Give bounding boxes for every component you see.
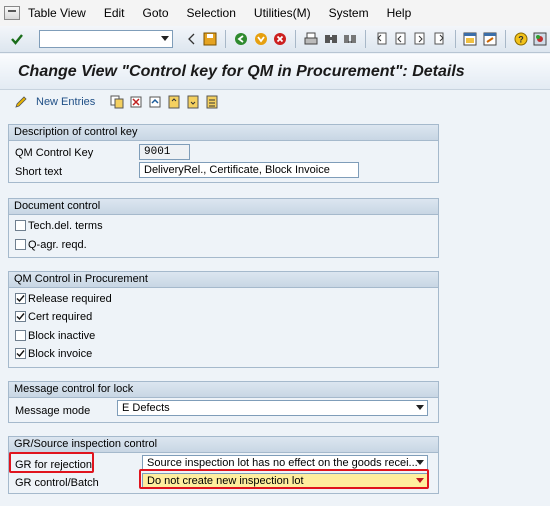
collapse-arrow-icon[interactable]: [182, 30, 200, 48]
checkbox-label: Block invoice: [28, 347, 93, 360]
block-invoice-checkbox[interactable]: Block invoice: [15, 345, 92, 362]
qm-control-key-field[interactable]: 9001: [139, 144, 190, 160]
checkbox-box[interactable]: [15, 239, 26, 250]
group-qm-control-procurement: QM Control in Procurement Release requir…: [8, 271, 439, 368]
short-text-field[interactable]: DeliveryRel., Certificate, Block Invoice: [139, 162, 359, 178]
group-document-control: Document control Tech.del. terms Q-agr. …: [8, 198, 439, 258]
cert-required-checkbox[interactable]: Cert required: [15, 308, 92, 325]
exit-icon[interactable]: [252, 30, 270, 48]
chevron-down-icon[interactable]: [413, 401, 427, 415]
toolbar-separator: [225, 30, 227, 48]
checkbox-label: Tech.del. terms: [28, 219, 103, 232]
checkmark-icon: [16, 295, 25, 303]
back-icon[interactable]: [232, 30, 250, 48]
window-menu-icon[interactable]: [4, 6, 20, 20]
highlight-box-gr-rejection-label: [9, 452, 94, 473]
find-next-icon[interactable]: [341, 30, 359, 48]
group-header: Document control: [9, 199, 438, 215]
tech-del-terms-checkbox[interactable]: Tech.del. terms: [15, 217, 103, 234]
new-entries-button[interactable]: New Entries: [14, 95, 105, 109]
gr-control-batch-label: GR control/Batch: [15, 476, 99, 489]
menu-system[interactable]: System: [329, 6, 369, 20]
command-dropdown-icon[interactable]: [158, 31, 172, 47]
menu-utilities[interactable]: Utilities(M): [254, 6, 311, 20]
group-header: GR/Source inspection control: [9, 437, 438, 453]
delete-icon[interactable]: [129, 95, 143, 109]
screen-title-bar: Change View "Control key for QM in Procu…: [0, 54, 550, 90]
new-entries-label: New Entries: [36, 96, 96, 108]
undo-change-icon[interactable]: [148, 95, 162, 109]
standard-toolbar: ?: [0, 26, 550, 53]
copy-as-icon[interactable]: [110, 95, 124, 109]
short-text-label: Short text: [15, 165, 63, 178]
block-inactive-checkbox[interactable]: Block inactive: [15, 327, 95, 344]
help-icon[interactable]: ?: [512, 30, 530, 48]
checkbox-box[interactable]: [15, 293, 26, 304]
menu-selection[interactable]: Selection: [187, 6, 236, 20]
print-icon[interactable]: [302, 30, 320, 48]
message-mode-value: E Defects: [122, 402, 170, 414]
menu-help[interactable]: Help: [387, 6, 412, 20]
cancel-icon[interactable]: [271, 30, 289, 48]
toolbar-separator: [295, 30, 297, 48]
command-field[interactable]: [38, 30, 173, 48]
checkmark-icon: [16, 313, 25, 321]
checkbox-box[interactable]: [15, 330, 26, 341]
checkbox-label: Q-agr. reqd.: [28, 238, 87, 251]
checkbox-label: Release required: [28, 292, 112, 305]
svg-text:?: ?: [518, 35, 524, 45]
create-session-icon[interactable]: [462, 30, 480, 48]
checkbox-box[interactable]: [15, 311, 26, 322]
group-message-control-lock: Message control for lock Message mode E …: [8, 381, 439, 423]
checkmark-icon: [16, 350, 25, 358]
last-page-icon[interactable]: [431, 30, 449, 48]
checkbox-box[interactable]: [15, 220, 26, 231]
group-header: QM Control in Procurement: [9, 272, 438, 288]
checkbox-label: Cert required: [28, 310, 93, 323]
chevron-down-icon[interactable]: [413, 456, 427, 470]
menu-table-view[interactable]: Table View: [28, 6, 86, 20]
gr-for-rejection-value: Source inspection lot has no effect on t…: [147, 457, 418, 469]
menu-edit[interactable]: Edit: [104, 6, 125, 20]
toolbar-separator: [454, 30, 456, 48]
group-header: Description of control key: [9, 125, 438, 141]
menu-goto[interactable]: Goto: [143, 6, 169, 20]
find-icon[interactable]: [322, 30, 340, 48]
menu-bar: Table View Edit Goto Selection Utilities…: [0, 0, 550, 26]
previous-page-icon[interactable]: [392, 30, 410, 48]
enter-check-icon[interactable]: [8, 30, 26, 48]
save-icon[interactable]: [202, 30, 220, 48]
toolbar-separator: [365, 30, 366, 48]
checkbox-box[interactable]: [15, 348, 26, 359]
pencil-icon: [15, 96, 27, 108]
group-header: Message control for lock: [9, 382, 438, 398]
next-entry-icon[interactable]: [186, 95, 200, 109]
qm-control-key-label: QM Control Key: [15, 146, 94, 159]
checkbox-label: Block inactive: [28, 329, 96, 342]
toolbar-separator: [504, 30, 506, 48]
message-mode-label: Message mode: [15, 404, 91, 417]
select-all-icon[interactable]: [205, 95, 219, 109]
next-page-icon[interactable]: [411, 30, 429, 48]
previous-entry-icon[interactable]: [167, 95, 181, 109]
highlight-box-gr-batch-field: [139, 469, 429, 489]
release-required-checkbox[interactable]: Release required: [15, 290, 112, 307]
message-mode-select[interactable]: E Defects: [117, 400, 428, 416]
customize-layout-icon[interactable]: [531, 30, 549, 48]
q-agr-reqd-checkbox[interactable]: Q-agr. reqd.: [15, 236, 87, 253]
first-page-icon[interactable]: [372, 30, 390, 48]
application-toolbar: New Entries: [0, 90, 550, 114]
group-description-control-key: Description of control key QM Control Ke…: [8, 124, 439, 183]
page-title: Change View "Control key for QM in Procu…: [18, 62, 465, 80]
shortcut-icon[interactable]: [481, 30, 499, 48]
